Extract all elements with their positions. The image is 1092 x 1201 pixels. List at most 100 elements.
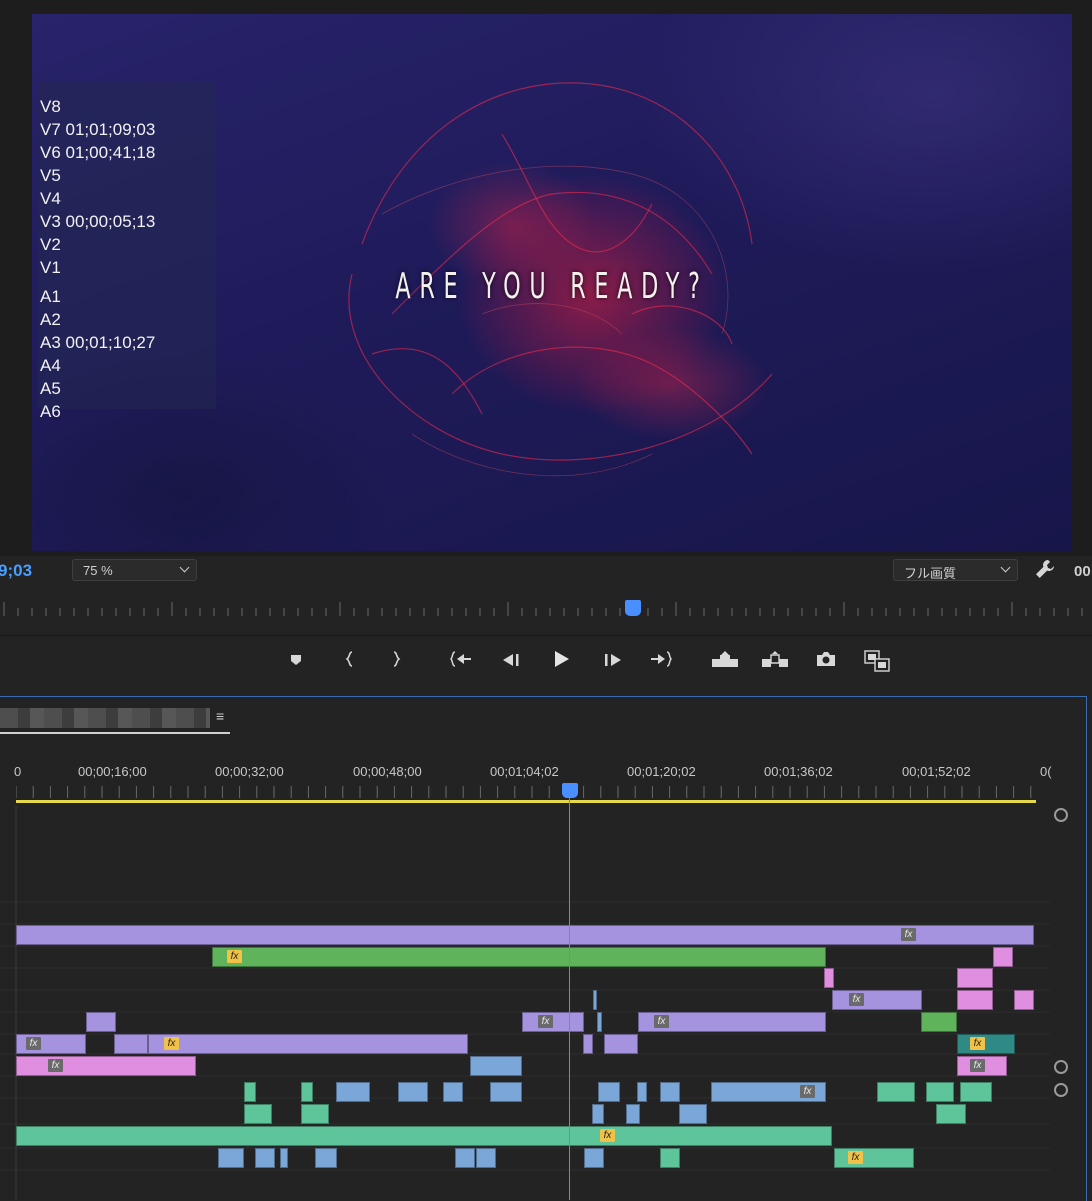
timeline-clip[interactable] [86, 1012, 116, 1032]
timeline-clip[interactable] [490, 1082, 522, 1102]
work-area-bar[interactable] [16, 800, 1036, 803]
timeline-clip[interactable] [114, 1034, 148, 1054]
timeline-clip[interactable] [960, 1082, 992, 1102]
fx-badge-icon: fx [164, 1037, 179, 1050]
timeline-clip[interactable] [301, 1082, 313, 1102]
program-monitor: ARE YOU READY? V8 V7 01;01;09;03 V6 01;0… [0, 0, 1092, 556]
timeline-clip[interactable] [583, 1034, 593, 1054]
timeline-clip[interactable] [470, 1056, 522, 1076]
step-forward-icon[interactable] [600, 650, 626, 676]
fx-badge-icon: fx [227, 950, 242, 963]
timeline-clip[interactable] [936, 1104, 966, 1124]
scroll-handle-bottom[interactable] [1054, 1083, 1068, 1097]
timeline-clip[interactable] [522, 1012, 584, 1032]
ruler-label: 00;00;16;00 [78, 764, 147, 779]
timeline-clip[interactable] [957, 1034, 1015, 1054]
timeline-clip[interactable] [1014, 990, 1034, 1010]
timeline-clip[interactable] [824, 968, 834, 988]
vertical-scrollbar[interactable] [1052, 806, 1066, 1200]
timeline-clip[interactable] [301, 1104, 329, 1124]
timeline-clip[interactable] [255, 1148, 275, 1168]
fx-badge-icon: fx [26, 1037, 41, 1050]
wrench-icon[interactable] [1034, 558, 1056, 586]
timeline-clip[interactable] [218, 1148, 244, 1168]
overlay-line: A2 [40, 310, 61, 329]
monitor-scrub-bar[interactable] [0, 598, 1092, 620]
timeline-clip[interactable] [398, 1082, 428, 1102]
timeline-clip[interactable] [626, 1104, 640, 1124]
fx-badge-icon: fx [48, 1059, 63, 1072]
ruler-label: 00;01;52;02 [902, 764, 971, 779]
playback-quality-dropdown[interactable]: フル画質 [893, 559, 1018, 581]
fx-badge-icon: fx [901, 928, 916, 941]
timeline-clip[interactable] [16, 1126, 832, 1146]
fx-badge-icon: fx [538, 1015, 553, 1028]
active-tab-indicator [0, 732, 230, 734]
play-icon[interactable] [548, 650, 574, 676]
playhead-line [569, 797, 570, 1200]
scroll-handle-top[interactable] [1054, 808, 1068, 822]
overlay-line: V4 [40, 189, 61, 208]
timeline-clip[interactable] [637, 1082, 647, 1102]
sequence-tab[interactable] [0, 708, 210, 728]
timeline-clip[interactable] [443, 1082, 463, 1102]
timeline-clip[interactable] [926, 1082, 954, 1102]
quality-value: フル画質 [904, 566, 957, 581]
timeline-clip[interactable] [212, 947, 826, 967]
mark-out-icon[interactable] [383, 650, 409, 676]
timeline-ruler[interactable] [16, 780, 1036, 798]
timeline-clip[interactable] [280, 1148, 288, 1168]
timeline-clip[interactable] [244, 1082, 256, 1102]
timeline-clip[interactable] [584, 1148, 604, 1168]
mark-in-icon[interactable] [337, 650, 363, 676]
timeline-clip[interactable] [604, 1034, 638, 1054]
timeline-clip[interactable] [679, 1104, 707, 1124]
ruler-label: 00;01;20;02 [627, 764, 696, 779]
timeline-clip[interactable] [16, 1056, 196, 1076]
timeline-clip[interactable] [660, 1148, 680, 1168]
timeline-clip[interactable] [244, 1104, 272, 1124]
timeline-clip[interactable] [660, 1082, 680, 1102]
chevron-down-icon [179, 562, 190, 573]
extract-icon[interactable] [760, 650, 790, 676]
timeline-clip[interactable] [957, 990, 993, 1010]
timeline-clip[interactable] [598, 1082, 620, 1102]
overlay-line: A3 00;01;10;27 [40, 333, 156, 352]
scroll-handle-mid[interactable] [1054, 1060, 1068, 1074]
timeline-clip[interactable] [455, 1148, 475, 1168]
fx-badge-icon: fx [848, 1151, 863, 1164]
timeline-clip[interactable] [336, 1082, 370, 1102]
timeline-clip[interactable] [593, 990, 597, 1010]
marker-icon[interactable] [283, 650, 309, 676]
zoom-dropdown[interactable]: 75 % [72, 559, 197, 581]
timeline-clip[interactable] [597, 1012, 602, 1032]
timeline-playhead[interactable] [562, 783, 578, 798]
timeline-clip[interactable] [993, 947, 1013, 967]
lift-icon[interactable] [710, 650, 740, 676]
panel-menu-icon[interactable]: ≡ [216, 708, 224, 724]
timeline-clip[interactable] [592, 1104, 604, 1124]
playhead-timecode[interactable]: 9;03 [0, 561, 32, 581]
overlay-line: A4 [40, 356, 61, 375]
go-to-out-icon[interactable] [648, 650, 674, 676]
compare-view-icon[interactable] [862, 650, 892, 676]
timeline-clip[interactable] [834, 1148, 914, 1168]
go-to-in-icon[interactable] [448, 650, 474, 676]
duration-timecode: 00 [1074, 563, 1091, 580]
timeline-clip[interactable] [476, 1148, 496, 1168]
timeline-clip[interactable] [148, 1034, 468, 1054]
ruler-label: 00;00;32;00 [215, 764, 284, 779]
timeline-clip[interactable] [877, 1082, 915, 1102]
timeline-clip[interactable] [315, 1148, 337, 1168]
timeline-clip[interactable] [16, 925, 1034, 945]
camera-icon[interactable] [813, 650, 839, 676]
monitor-playhead[interactable] [625, 600, 641, 616]
ruler-label: 0( [1040, 764, 1052, 779]
timeline-clip[interactable] [921, 1012, 957, 1032]
timeline-clip[interactable] [957, 968, 993, 988]
fx-badge-icon: fx [849, 993, 864, 1006]
fx-badge-icon: fx [654, 1015, 669, 1028]
overlay-line: V8 [40, 97, 61, 116]
timeline-clip[interactable] [832, 990, 922, 1010]
step-back-icon[interactable] [498, 650, 524, 676]
